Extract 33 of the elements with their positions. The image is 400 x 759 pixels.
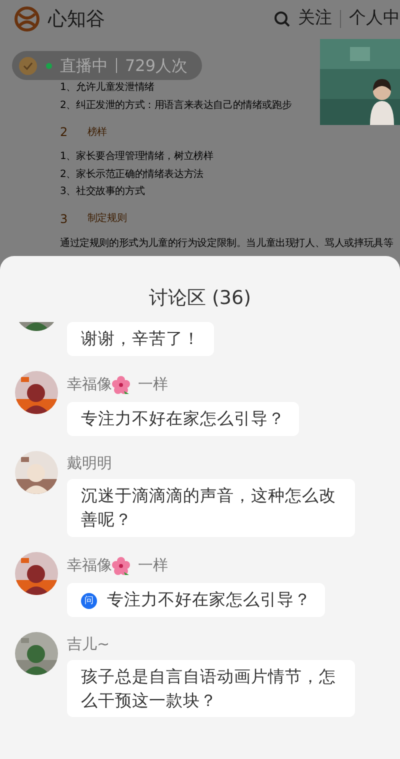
- commenter-name: 幸福像: [67, 377, 112, 392]
- section-number: 2: [60, 124, 68, 141]
- live-status: 直播中: [60, 54, 108, 76]
- flower-icon: [112, 556, 130, 575]
- commenter-name: 一样: [138, 558, 168, 574]
- comment-bubble: 沉迷于滴滴滴的声音，这种怎么改善呢？: [67, 478, 355, 537]
- follow-link[interactable]: 关注: [298, 6, 332, 32]
- article-text: 1、允许儿童发泄情绪: [60, 80, 156, 95]
- logo-icon: [14, 6, 40, 32]
- comment-bubble: 问 专注力不好在家怎么引导？: [67, 582, 325, 617]
- commenter-name: 吉儿~: [67, 636, 110, 652]
- article-text: 2、家长示范正确的情绪表达方法: [60, 168, 204, 182]
- section-title: 制定规则: [87, 212, 127, 226]
- article-text: 1、家长要合理管理情绪，树立榜样: [60, 150, 214, 164]
- article-text: 2、纠正发泄的方式：用语言来表达自己的情绪或跑步: [60, 98, 293, 112]
- flower-icon: [112, 376, 130, 394]
- comment-bubble: 孩子总是自言自语动画片情节，怎么干预这一款块？: [67, 660, 355, 718]
- question-badge: 问: [81, 592, 97, 609]
- search-icon[interactable]: [274, 11, 290, 27]
- avatar-icon: [18, 56, 38, 76]
- comment-bubble: 专注力不好在家怎么引导？: [67, 402, 299, 436]
- comment-bubble: 谢谢，辛苦了！: [67, 322, 214, 356]
- article-text: 通过定规则的形式为儿童的行为设定限制。当儿童出现打人、骂人或摔玩具等: [60, 236, 394, 250]
- brand-name: 心知谷: [48, 6, 105, 32]
- commenter-name: 戴明明: [67, 456, 112, 471]
- article-text: 3、社交故事的方式: [60, 184, 146, 199]
- viewer-count: 729人次: [125, 54, 188, 76]
- commenter-name: 幸福像: [67, 558, 112, 574]
- section-number: 3: [60, 210, 68, 228]
- section-title: 榜样: [87, 126, 108, 140]
- profile-link[interactable]: 个人中: [349, 6, 400, 32]
- discussion-title: 讨论区 (36): [148, 286, 252, 311]
- commenter-name: 一样: [138, 377, 168, 392]
